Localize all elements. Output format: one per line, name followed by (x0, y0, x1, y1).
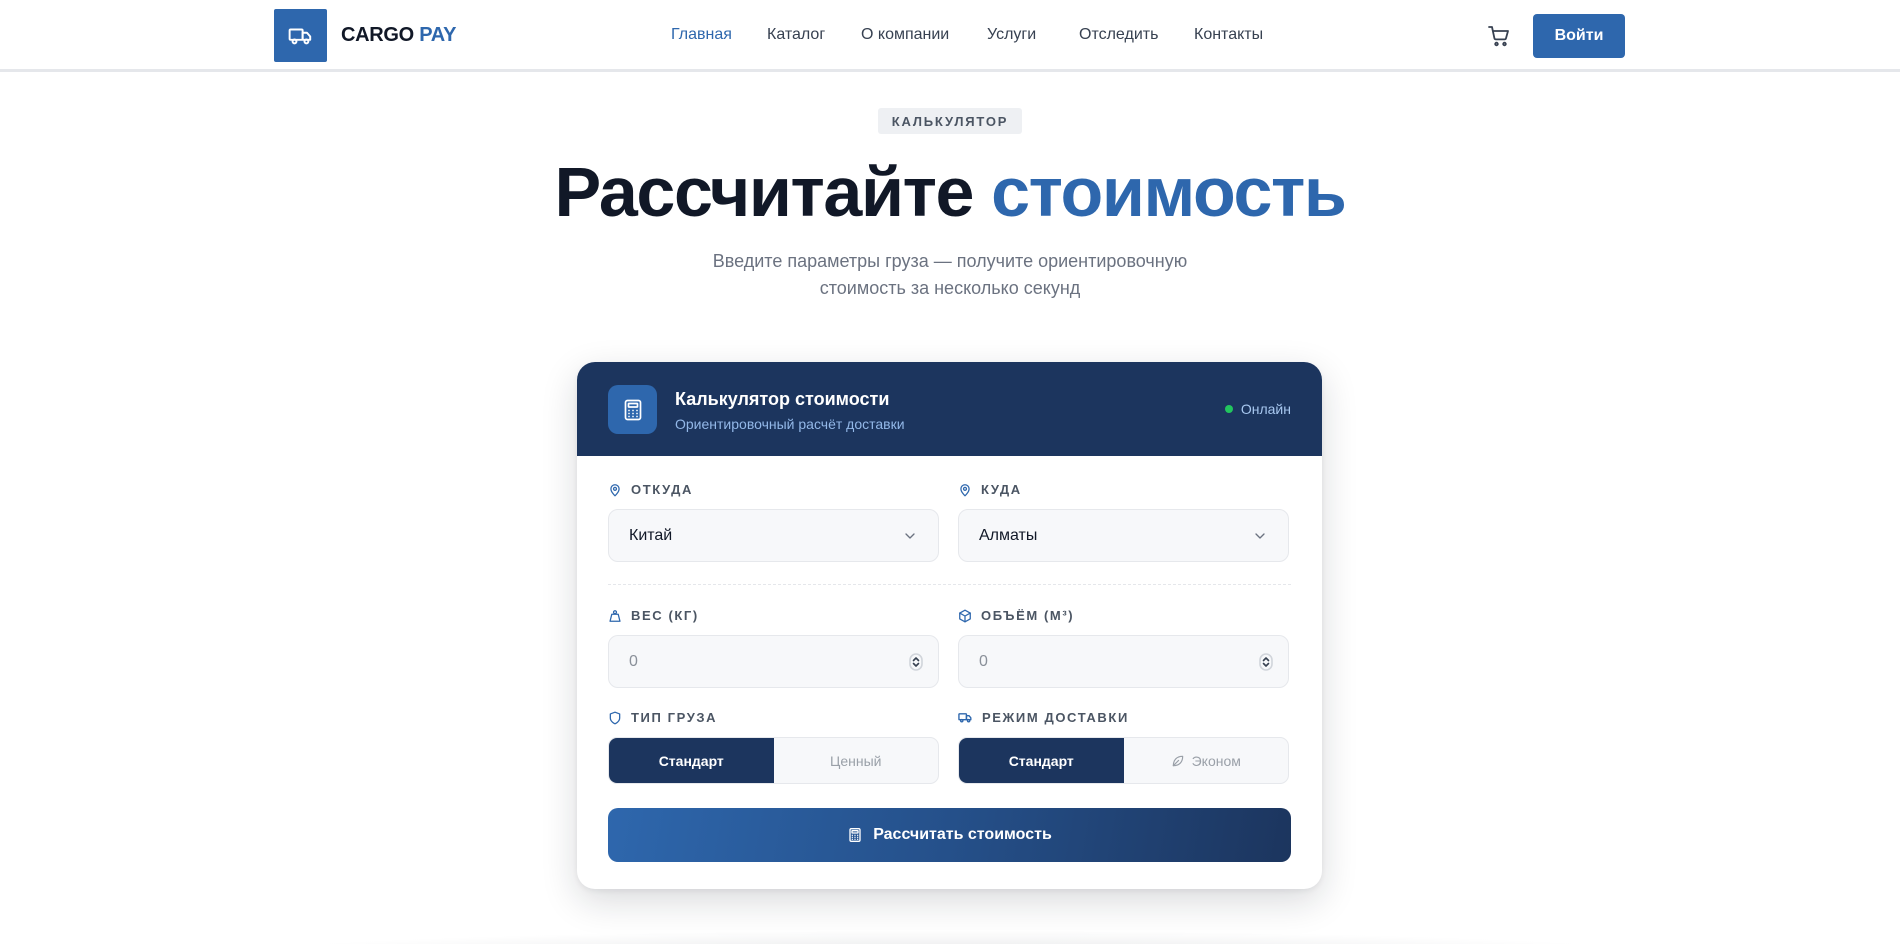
calculator-subtitle: Ориентировочный расчёт доставки (675, 416, 905, 432)
calculator-icon (624, 399, 641, 420)
nav-link-services[interactable]: Услуги (987, 26, 1079, 44)
calculator-icon (849, 828, 861, 842)
delivery-mode-option-standard-label: Стандарт (1008, 752, 1074, 769)
volume-input-placeholder: 0 (979, 652, 988, 670)
volume-label: ОБЪЁМ (М³) (958, 608, 1074, 623)
brand-name-accent: PAY (419, 24, 457, 46)
from-label: ОТКУДА (608, 482, 693, 497)
calculator-card: Калькулятор стоимости Ориентировочный ра… (577, 362, 1322, 889)
cargo-type-label-text: ТИП ГРУЗА (631, 710, 718, 725)
location-pin-icon (960, 483, 970, 496)
shield-icon (609, 711, 621, 724)
location-pin-icon (610, 483, 620, 496)
from-select[interactable]: Китай (608, 509, 939, 562)
nav-link-about[interactable]: О компании (861, 26, 987, 44)
truck-icon (958, 713, 972, 723)
nav-link-home[interactable]: Главная (671, 26, 767, 44)
volume-input[interactable]: 0 (958, 635, 1289, 688)
to-label-text: КУДА (981, 482, 1022, 497)
online-status-label: Онлайн (1240, 401, 1291, 417)
page-title-accent: стоимость (991, 153, 1347, 231)
page-subtitle-line2: стоимость за несколько секунд (819, 278, 1081, 298)
next-section-edge (180, 930, 1720, 944)
weight-input-placeholder: 0 (629, 652, 638, 670)
number-spinner-icon[interactable] (909, 653, 923, 671)
nav-link-catalog[interactable]: Каталог (767, 26, 861, 44)
main-nav: Главная Каталог О компании Услуги Отслед… (671, 26, 1263, 44)
to-select[interactable]: Алматы (958, 509, 1289, 562)
delivery-mode-option-economy-label: Эконом (1191, 752, 1241, 769)
delivery-mode-option-standard[interactable]: Стандарт (959, 738, 1124, 783)
to-label: КУДА (958, 482, 1022, 497)
nav-link-track[interactable]: Отследить (1079, 26, 1194, 44)
calculator-header-badge (608, 385, 657, 434)
section-divider (608, 584, 1291, 585)
delivery-mode-option-economy[interactable]: Эконом (1124, 738, 1289, 783)
delivery-mode-toggle: Стандарт Эконом (958, 737, 1289, 784)
cart-button[interactable] (1487, 24, 1511, 48)
cargo-type-toggle: Стандарт Ценный (608, 737, 939, 784)
calculator-header: Калькулятор стоимости Ориентировочный ра… (577, 362, 1322, 456)
leaf-icon (1172, 755, 1183, 766)
delivery-mode-label: РЕЖИМ ДОСТАВКИ (958, 710, 1129, 725)
number-spinner-icon[interactable] (1259, 653, 1273, 671)
weight-label: ВЕС (КГ) (608, 608, 699, 623)
logo-mark[interactable] (274, 9, 327, 62)
cargo-type-label: ТИП ГРУЗА (608, 710, 717, 725)
brand-name[interactable]: CARGO PAY (341, 24, 456, 47)
page-subtitle-line1: Введите параметры груза — получите ориен… (712, 251, 1188, 271)
nav-link-contacts[interactable]: Контакты (1194, 26, 1263, 44)
page-title: Рассчитайте стоимость (0, 152, 1900, 232)
cart-icon (1488, 26, 1509, 47)
calculate-button-label: Рассчитать стоимость (873, 826, 1052, 843)
calculate-button[interactable]: Рассчитать стоимость (608, 808, 1291, 862)
section-eyebrow: КАЛЬКУЛЯТОР (878, 108, 1022, 134)
weight-input[interactable]: 0 (608, 635, 939, 688)
to-select-value: Алматы (979, 526, 1038, 544)
page-subtitle: Введите параметры груза — получите ориен… (650, 248, 1250, 302)
from-label-text: ОТКУДА (631, 482, 693, 497)
weight-icon (609, 609, 621, 622)
brand-name-main: CARGO (341, 24, 414, 46)
delivery-mode-label-text: РЕЖИМ ДОСТАВКИ (982, 710, 1129, 725)
login-button[interactable]: Войти (1533, 14, 1625, 58)
volume-label-text: ОБЪЁМ (М³) (981, 608, 1075, 623)
status-dot-icon (1224, 405, 1233, 413)
cargo-type-option-standard[interactable]: Стандарт (609, 738, 774, 783)
calculator-title: Калькулятор стоимости (675, 389, 890, 409)
chevron-down-icon (905, 533, 915, 539)
cargo-type-option-valuable[interactable]: Ценный (774, 738, 939, 783)
online-status: Онлайн (1224, 401, 1291, 417)
cube-icon (959, 609, 971, 622)
top-navbar: CARGO PAY Главная Каталог О компании Усл… (0, 0, 1900, 72)
page-title-main: Рассчитайте (554, 153, 975, 231)
chevron-down-icon (1255, 533, 1265, 539)
weight-label-text: ВЕС (КГ) (631, 608, 699, 623)
from-select-value: Китай (629, 526, 673, 544)
truck-icon (288, 28, 311, 44)
